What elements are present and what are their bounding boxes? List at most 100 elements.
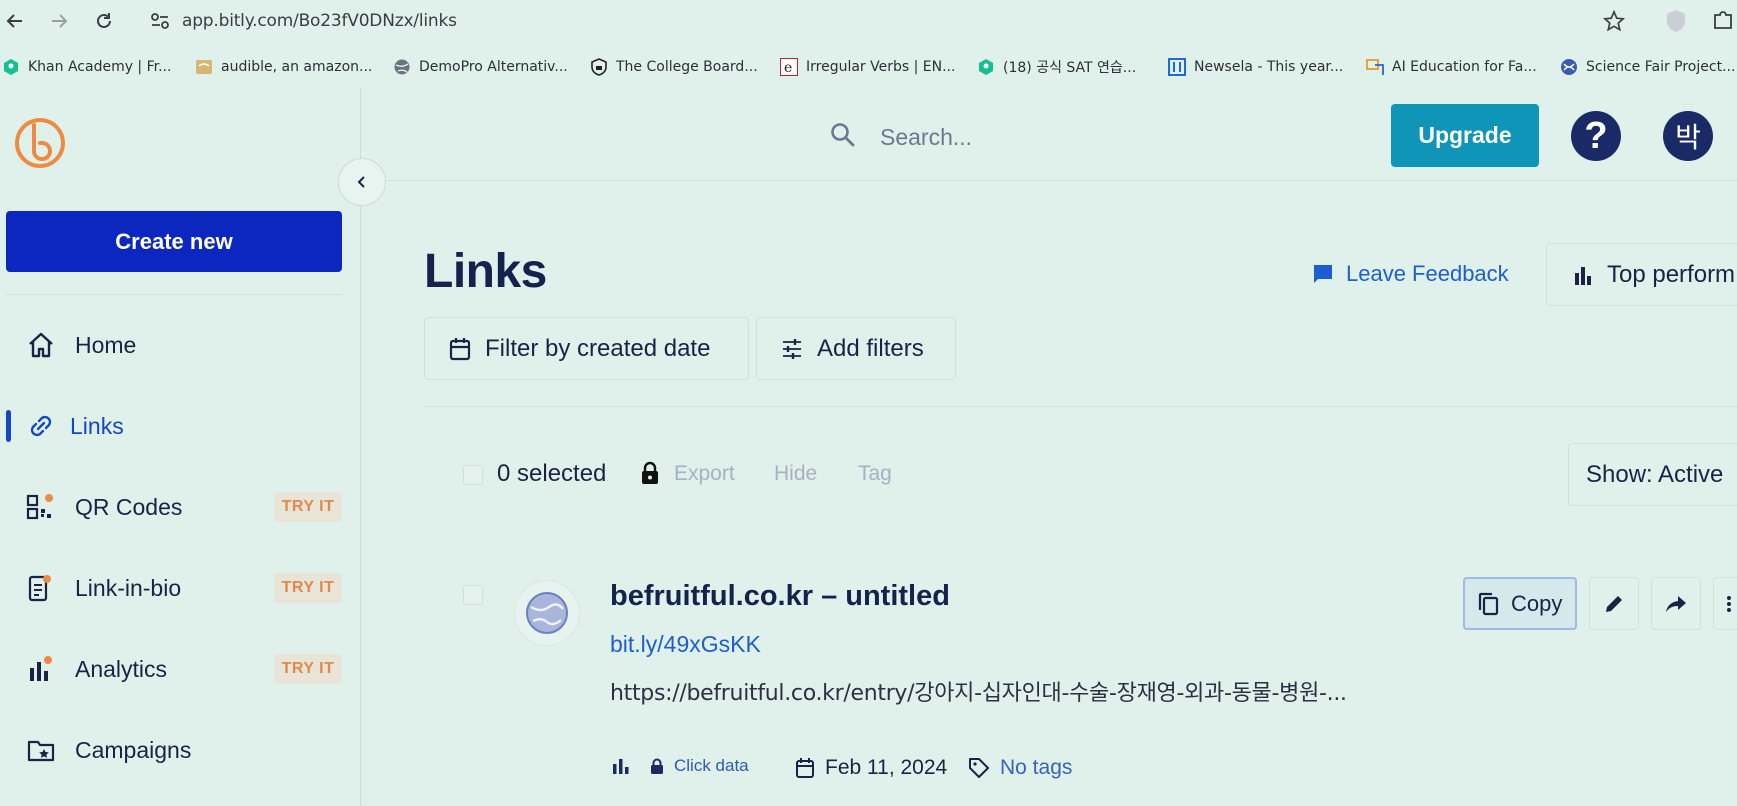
- bookmark-science-fair[interactable]: Science Fair Project...: [1560, 56, 1735, 78]
- back-arrow-icon[interactable]: [2, 8, 28, 34]
- edit-button[interactable]: [1589, 577, 1639, 630]
- add-filters-label: Add filters: [817, 334, 924, 362]
- show-active-label: Show: Active: [1586, 460, 1724, 488]
- reload-icon[interactable]: [91, 8, 117, 34]
- sidebar-item-label: QR Codes: [75, 493, 183, 520]
- sidebar-divider: [6, 294, 342, 295]
- bar-chart-icon: [1573, 264, 1593, 286]
- date-label: Feb 11, 2024: [825, 756, 948, 779]
- export-button[interactable]: Export: [674, 462, 735, 486]
- copy-button[interactable]: Copy: [1463, 577, 1577, 630]
- tags-label: No tags: [1000, 756, 1073, 779]
- selected-count: 0 selected: [497, 460, 607, 487]
- copy-icon: [1477, 592, 1499, 616]
- bar-chart-icon: [612, 757, 630, 775]
- browser-toolbar: app.bitly.com/Bo23fV0DNzx/links: [0, 0, 1737, 41]
- filter-divider: [424, 406, 1737, 407]
- sidebar-item-home[interactable]: Home: [0, 319, 345, 371]
- sidebar-item-link-in-bio[interactable]: Link-in-bio TRY IT: [0, 562, 345, 614]
- bookmark-sat-practice[interactable]: (18) 공식 SAT 연습...: [977, 56, 1136, 78]
- add-filters-button[interactable]: Add filters: [756, 317, 956, 380]
- link-icon: [26, 411, 56, 441]
- calendar-icon: [449, 337, 471, 361]
- create-new-button[interactable]: Create new: [6, 211, 342, 272]
- calendar-icon: [795, 757, 815, 779]
- hide-button[interactable]: Hide: [774, 462, 817, 486]
- globe-icon: [525, 591, 569, 635]
- sidebar-item-campaigns[interactable]: Campaigns: [0, 724, 345, 776]
- lock-icon: [640, 461, 660, 485]
- select-all-checkbox[interactable]: [463, 465, 483, 485]
- share-arrow-icon: [1665, 594, 1687, 614]
- url-text: app.bitly.com/Bo23fV0DNzx/links: [182, 11, 457, 31]
- help-button[interactable]: ?: [1571, 111, 1621, 161]
- sidebar-item-links[interactable]: Links: [0, 400, 345, 452]
- bitly-logo[interactable]: [14, 115, 66, 169]
- search-icon: [830, 122, 856, 148]
- collapse-sidebar-button[interactable]: [338, 158, 386, 206]
- sidebar-item-analytics[interactable]: Analytics TRY IT: [0, 643, 345, 695]
- tag-icon: [968, 757, 990, 779]
- lock-icon: [650, 758, 664, 775]
- destination-url[interactable]: https://befruitful.co.kr/entry/강아지-십자인대-…: [610, 675, 1347, 707]
- address-bar[interactable]: app.bitly.com/Bo23fV0DNzx/links: [138, 5, 1658, 37]
- ai-education-icon: [1366, 58, 1384, 76]
- top-performing-label: Top perform: [1607, 260, 1736, 288]
- page-title: Links: [424, 245, 547, 298]
- globe-icon: [393, 58, 411, 76]
- sidebar-item-qr-codes[interactable]: QR Codes TRY IT: [0, 481, 345, 533]
- svg-text:e: e: [784, 60, 792, 76]
- tags-link[interactable]: No tags: [968, 756, 1072, 780]
- audible-icon: [195, 58, 213, 76]
- qr-code-icon: [26, 492, 56, 522]
- chevron-left-icon: [355, 175, 369, 189]
- search-input[interactable]: [880, 117, 1180, 157]
- top-performing-button[interactable]: Top perform: [1546, 243, 1737, 306]
- khan-academy-icon: [2, 58, 20, 76]
- site-settings-icon[interactable]: [150, 12, 170, 30]
- e-icon: e: [780, 58, 798, 76]
- college-board-icon: [590, 58, 608, 76]
- bookmark-ai-education[interactable]: AI Education for Fa...: [1366, 56, 1537, 78]
- more-options-button[interactable]: [1713, 577, 1737, 630]
- tag-button[interactable]: Tag: [858, 462, 892, 486]
- copy-label: Copy: [1511, 590, 1563, 616]
- bookmark-college-board[interactable]: The College Board...: [590, 56, 758, 78]
- forward-arrow-icon[interactable]: [46, 8, 72, 34]
- leave-feedback-label: Leave Feedback: [1346, 261, 1509, 286]
- bookmark-audible[interactable]: audible, an amazon...: [195, 56, 372, 78]
- extensions-puzzle-icon[interactable]: [1712, 9, 1734, 31]
- campaigns-icon: [26, 735, 56, 765]
- bookmark-star-icon[interactable]: [1603, 10, 1625, 32]
- feedback-icon: [1312, 263, 1334, 285]
- show-active-dropdown[interactable]: Show: Active: [1568, 443, 1737, 506]
- sidebar-item-label: Links: [70, 412, 124, 439]
- shield-extension-icon[interactable]: [1665, 9, 1687, 33]
- pencil-icon: [1603, 593, 1625, 615]
- link-in-bio-icon: [26, 573, 56, 603]
- sidebar-item-label: Link-in-bio: [75, 574, 182, 601]
- bookmark-demopro[interactable]: DemoPro Alternativ...: [393, 56, 568, 78]
- science-fair-icon: [1560, 58, 1578, 76]
- more-dots-icon: [1726, 595, 1732, 613]
- bookmark-irregular-verbs[interactable]: e Irregular Verbs | EN...: [780, 56, 955, 78]
- click-data-label: Click data: [674, 756, 749, 775]
- avatar[interactable]: 박: [1663, 111, 1713, 161]
- link-favicon: [514, 580, 580, 646]
- link-title[interactable]: befruitful.co.kr – untitled: [610, 580, 950, 613]
- sliders-icon: [781, 338, 803, 360]
- created-date: Feb 11, 2024: [795, 756, 947, 780]
- link-row-checkbox[interactable]: [463, 585, 483, 605]
- bookmark-newsela[interactable]: Newsela - This year...: [1168, 56, 1343, 78]
- click-data-link[interactable]: Click data: [612, 756, 749, 776]
- sidebar-item-label: Analytics: [75, 655, 168, 682]
- leave-feedback-link[interactable]: Leave Feedback: [1312, 258, 1509, 290]
- share-button[interactable]: [1651, 577, 1701, 630]
- bookmark-khan-academy[interactable]: Khan Academy | Fr...: [2, 56, 171, 78]
- short-link[interactable]: bit.ly/49xGsKK: [610, 631, 761, 658]
- khan-academy-icon: [977, 58, 995, 76]
- upgrade-button[interactable]: Upgrade: [1391, 104, 1539, 167]
- sidebar-item-label: Campaigns: [75, 736, 192, 763]
- filter-by-created-date-button[interactable]: Filter by created date: [424, 317, 749, 380]
- bookmarks-bar: Khan Academy | Fr... audible, an amazon.…: [0, 50, 1737, 82]
